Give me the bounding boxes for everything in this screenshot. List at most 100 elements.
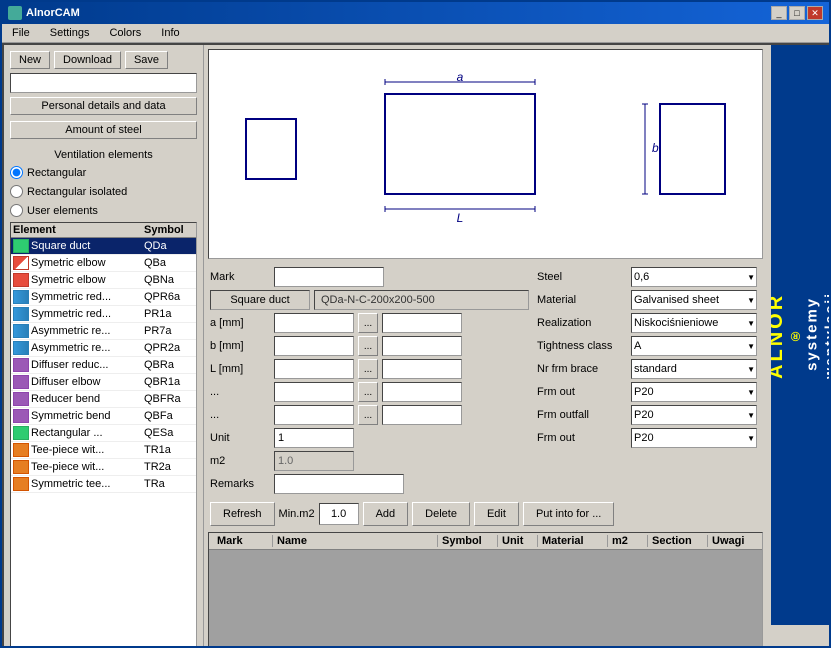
field-a-input[interactable] <box>274 313 354 333</box>
list-item[interactable]: Symmetric red... PR1a <box>11 306 196 323</box>
frm-out-row: Frm out P20 <box>537 382 757 402</box>
square-duct-button[interactable]: Square duct <box>210 290 310 310</box>
list-item[interactable]: Reducer bend QBFRa <box>11 391 196 408</box>
duct-code-display: QDa-N-C-200x200-500 <box>314 290 529 310</box>
menu-colors[interactable]: Colors <box>103 26 147 40</box>
min-m2-label: Min.m2 <box>279 508 315 520</box>
field-extra2-input[interactable] <box>274 405 354 425</box>
realization-select-wrapper[interactable]: Niskociśnieniowe <box>631 313 757 333</box>
refresh-button[interactable]: Refresh <box>210 502 275 526</box>
delete-button[interactable]: Delete <box>412 502 470 526</box>
element-table-body[interactable]: Square duct QDa Symetric elbow QBa Symet… <box>11 238 196 648</box>
field-b-extra-input[interactable] <box>382 336 462 356</box>
element-icon <box>13 375 29 389</box>
list-item[interactable]: Asymmetric re... PR7a <box>11 323 196 340</box>
element-icon <box>13 358 29 372</box>
element-icon <box>13 392 29 406</box>
field-extra2-extra-input[interactable] <box>382 405 462 425</box>
field-b-dots-button[interactable]: ... <box>358 336 378 356</box>
field-a-extra-input[interactable] <box>382 313 462 333</box>
tightness-label: Tightness class <box>537 340 627 352</box>
svg-text:a: a <box>457 74 464 84</box>
remarks-label: Remarks <box>210 478 270 490</box>
nr-frm-brace-select-wrapper[interactable]: standard <box>631 359 757 379</box>
frm-outfall-select-wrapper[interactable]: P20 <box>631 405 757 425</box>
download-button[interactable]: Download <box>54 51 121 69</box>
list-item[interactable]: Diffuser elbow QBR1a <box>11 374 196 391</box>
field-l-dots-button[interactable]: ... <box>358 359 378 379</box>
element-table-header: Element Symbol <box>11 223 196 238</box>
menu-settings[interactable]: Settings <box>44 26 96 40</box>
list-item[interactable]: Rectangular ... QESa <box>11 425 196 442</box>
brand-registered: ® <box>788 292 804 379</box>
field-extra2-dots-button[interactable]: ... <box>358 405 378 425</box>
left-panel: New Download Save Personal details and d… <box>4 45 204 648</box>
list-item[interactable]: Symetric elbow QBa <box>11 255 196 272</box>
list-item[interactable]: Asymmetric re... QPR2a <box>11 340 196 357</box>
amount-of-steel-button[interactable]: Amount of steel <box>10 121 197 139</box>
maximize-button[interactable]: □ <box>789 6 805 20</box>
frm-out-select-wrapper[interactable]: P20 <box>631 382 757 402</box>
realization-select[interactable]: Niskociśnieniowe <box>631 313 757 333</box>
frm-outfall-select[interactable]: P20 <box>631 405 757 425</box>
top-text-input[interactable] <box>10 73 197 93</box>
field-l-input[interactable] <box>274 359 354 379</box>
list-item[interactable]: Diffuser reduc... QBRa <box>11 357 196 374</box>
field-b-input[interactable] <box>274 336 354 356</box>
window-controls[interactable]: _ □ ✕ <box>771 6 823 20</box>
frm-out-label: Frm out <box>537 386 627 398</box>
field-l-extra-input[interactable] <box>382 359 462 379</box>
material-select-wrapper[interactable]: Galvanised sheet <box>631 290 757 310</box>
nr-frm-brace-select[interactable]: standard <box>631 359 757 379</box>
new-button[interactable]: New <box>10 51 50 69</box>
menu-info[interactable]: Info <box>155 26 185 40</box>
title-bar: AlnorCAM _ □ ✕ <box>2 2 829 24</box>
menu-file[interactable]: File <box>6 26 36 40</box>
steel-select[interactable]: 0,6 <box>631 267 757 287</box>
list-item[interactable]: Tee-piece wit... TR2a <box>11 459 196 476</box>
field-l-label: L [mm] <box>210 363 270 375</box>
list-item[interactable]: Symmetric tee... TRa <box>11 476 196 493</box>
add-button[interactable]: Add <box>363 502 409 526</box>
remarks-input[interactable] <box>274 474 404 494</box>
list-item[interactable]: Symetric elbow QBNa <box>11 272 196 289</box>
radio-user-elements[interactable]: User elements <box>10 204 197 217</box>
tightness-select-wrapper[interactable]: A <box>631 336 757 356</box>
list-item[interactable]: Symmetric bend QBFa <box>11 408 196 425</box>
field-extra1-extra-input[interactable] <box>382 382 462 402</box>
frm-out-select[interactable]: P20 <box>631 382 757 402</box>
frm-out2-select[interactable]: P20 <box>631 428 757 448</box>
field-a-row: a [mm] ... <box>210 313 529 333</box>
put-into-button[interactable]: Put into for ... <box>523 502 614 526</box>
bottom-table-body[interactable] <box>209 550 762 648</box>
frm-out2-select-wrapper[interactable]: P20 <box>631 428 757 448</box>
steel-select-wrapper[interactable]: 0,6 <box>631 267 757 287</box>
edit-button[interactable]: Edit <box>474 502 519 526</box>
unit-label: Unit <box>210 432 270 444</box>
element-icon <box>13 324 29 338</box>
col-material-header: Material <box>538 535 608 547</box>
tightness-select[interactable]: A <box>631 336 757 356</box>
save-button[interactable]: Save <box>125 51 168 69</box>
radio-rectangular[interactable]: Rectangular <box>10 166 197 179</box>
close-button[interactable]: ✕ <box>807 6 823 20</box>
element-icon <box>13 409 29 423</box>
field-a-dots-button[interactable]: ... <box>358 313 378 333</box>
radio-rectangular-isolated[interactable]: Rectangular isolated <box>10 185 197 198</box>
field-extra1-dots-button[interactable]: ... <box>358 382 378 402</box>
list-item[interactable]: Tee-piece wit... TR1a <box>11 442 196 459</box>
col-m2-header: m2 <box>608 535 648 547</box>
min-m2-input[interactable] <box>319 503 359 525</box>
mark-input[interactable] <box>274 267 384 287</box>
duct-end-view-svg: b <box>640 84 740 224</box>
m2-input[interactable] <box>274 451 354 471</box>
unit-input[interactable] <box>274 428 354 448</box>
material-select[interactable]: Galvanised sheet <box>631 290 757 310</box>
list-item[interactable]: Square duct QDa <box>11 238 196 255</box>
personal-details-button[interactable]: Personal details and data <box>10 97 197 115</box>
branding: ALNOR ® systemy wentylacji <box>771 45 831 625</box>
minimize-button[interactable]: _ <box>771 6 787 20</box>
unit-row: Unit <box>210 428 529 448</box>
list-item[interactable]: Symmetric red... QPR6a <box>11 289 196 306</box>
field-extra1-input[interactable] <box>274 382 354 402</box>
